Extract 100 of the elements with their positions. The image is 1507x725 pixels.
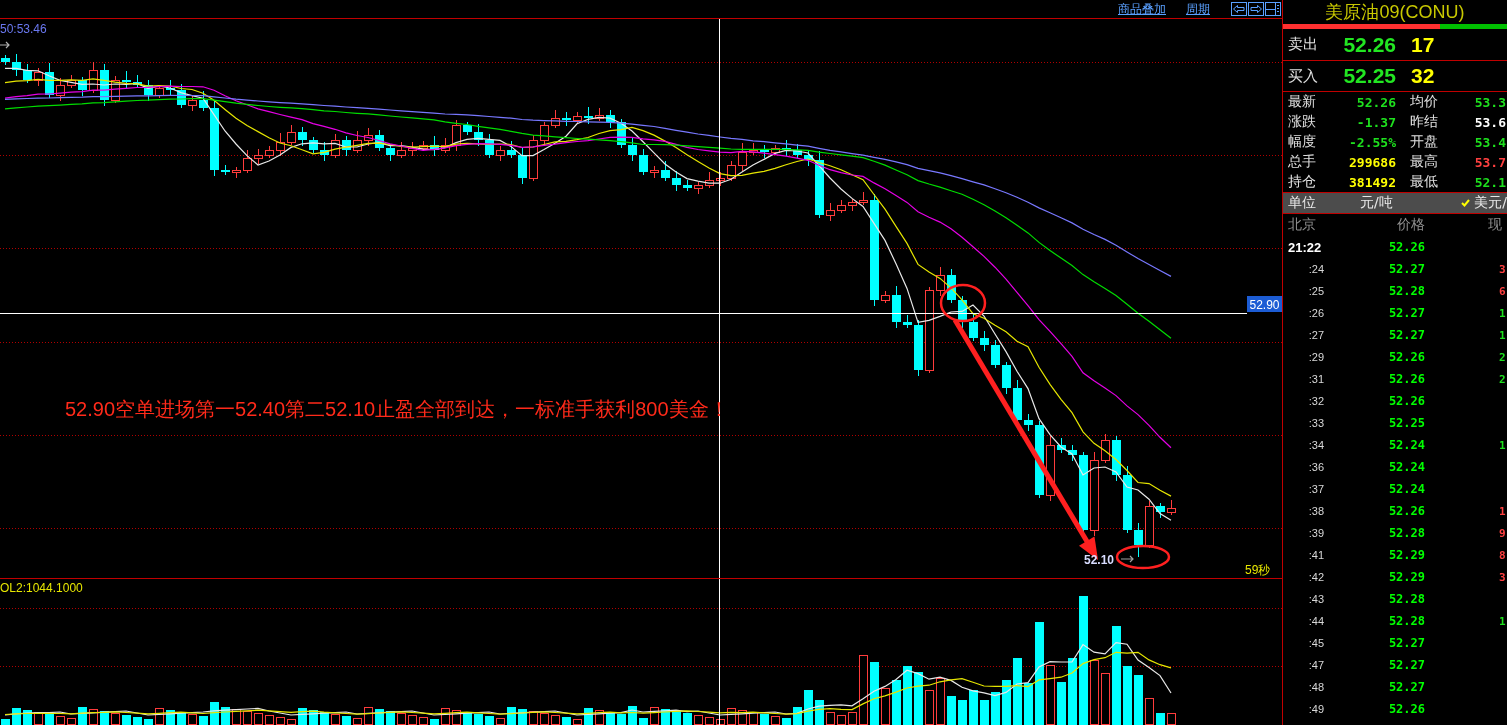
tick-price: 52.25 [1387, 416, 1425, 430]
tick-time: :48 [1307, 681, 1324, 693]
book-volume: 17 [1411, 32, 1436, 57]
tick-time: :25 [1307, 285, 1324, 297]
book-label: 买入 [1288, 66, 1319, 86]
tick-volume: 8 [1498, 548, 1507, 562]
tick-price: 52.28 [1387, 614, 1425, 628]
tick-price: 52.27 [1387, 680, 1425, 694]
tick-time: :24 [1307, 263, 1324, 275]
tick-volume: 1 [1498, 306, 1507, 320]
tick-time: :49 [1307, 703, 1324, 715]
tick-time: :31 [1307, 373, 1324, 385]
stat-label: 昨结 [1409, 113, 1439, 131]
tick-price: 52.26 [1387, 350, 1425, 364]
stat-value: -2.55% [1348, 134, 1396, 150]
tick-price: 52.24 [1387, 482, 1425, 496]
left-arrow-icon[interactable] [1231, 2, 1247, 16]
unit-option[interactable]: 元/吨 [1347, 194, 1393, 212]
tick-price: 52.26 [1387, 240, 1425, 254]
tick-time: 21:22 [1288, 239, 1323, 255]
tick-price: 52.26 [1387, 372, 1425, 386]
right-arrow-icon[interactable] [1248, 2, 1264, 16]
stat-label: 幅度 [1288, 133, 1317, 151]
tick-volume: 1 [1498, 504, 1507, 518]
tick-time: :36 [1307, 461, 1324, 473]
tick-price: 52.24 [1387, 438, 1425, 452]
tick-time: :43 [1307, 593, 1324, 605]
toolbar-link[interactable]: 周期 [1186, 2, 1210, 16]
tick-time: :37 [1307, 483, 1324, 495]
instrument-title: 美原油09(CONU) [1324, 1, 1466, 24]
tick-time: :42 [1307, 571, 1324, 583]
stat-label: 最低 [1409, 173, 1439, 191]
tick-price: 52.29 [1387, 548, 1425, 562]
stat-value: 381492 [1348, 174, 1396, 190]
annotation-text: 52.90空单进场第一52.40第二52.10止盈全部到达，一标准手获利800美金！ [65, 398, 729, 420]
stat-label: 均价 [1409, 93, 1439, 111]
crosshair-price-label: 52.90 [1247, 296, 1282, 312]
tick-volume: 1 [1498, 614, 1507, 628]
tick-time: :27 [1307, 329, 1324, 341]
tick-price: 52.27 [1387, 306, 1425, 320]
tick-price: 52.27 [1387, 658, 1425, 672]
tick-time: :41 [1307, 549, 1324, 561]
tick-time: :39 [1307, 527, 1324, 539]
tick-price: 52.27 [1387, 328, 1425, 342]
tick-time: :34 [1307, 439, 1324, 451]
tick-price: 52.26 [1387, 702, 1425, 716]
tick-price: 52.26 [1387, 394, 1425, 408]
tick-price: 52.28 [1387, 284, 1425, 298]
pointer-arrow-icon [0, 41, 10, 49]
low-price-label: 52.10 [1084, 553, 1115, 567]
stat-value: 53.6 [1473, 114, 1507, 130]
tick-price: 52.27 [1387, 262, 1425, 276]
stat-value: -1.37 [1355, 114, 1396, 130]
stat-value: 299686 [1348, 154, 1396, 170]
tick-volume: 3 [1498, 570, 1507, 584]
book-label: 卖出 [1288, 35, 1319, 54]
tick-price: 52.27 [1387, 636, 1425, 650]
stat-label: 持仓 [1288, 173, 1317, 191]
check-icon [1461, 199, 1471, 207]
time-label: 50:53.46 [0, 22, 47, 36]
book-volume: 32 [1411, 64, 1436, 88]
stat-label: 最高 [1409, 153, 1439, 171]
tick-price: 52.26 [1387, 504, 1425, 518]
stat-label: 最新 [1288, 93, 1317, 111]
tick-time: :26 [1307, 307, 1324, 319]
tick-price: 52.28 [1387, 526, 1425, 540]
tick-price: 52.29 [1387, 570, 1425, 584]
stat-value: 52.1 [1473, 174, 1507, 190]
tick-volume: 1 [1498, 328, 1507, 342]
tick-volume: 2 [1498, 350, 1507, 364]
indicator-label: OL2:1044.1000 [0, 581, 83, 595]
stat-label: 涨跌 [1288, 113, 1317, 131]
stat-value: 53.7 [1473, 154, 1507, 170]
countdown-label: 59秒 [1245, 563, 1271, 577]
tick-time: :33 [1307, 417, 1324, 429]
column-header: 现 [1487, 216, 1503, 234]
tick-time: :29 [1307, 351, 1324, 363]
tick-volume: 2 [1498, 372, 1507, 386]
stat-value: 52.26 [1355, 94, 1396, 110]
unit-option[interactable]: 美元/ [1461, 194, 1507, 212]
stat-label: 总手 [1288, 153, 1317, 171]
stat-value: 53.4 [1473, 134, 1507, 150]
tick-price: 52.24 [1387, 460, 1425, 474]
tick-price: 52.28 [1387, 592, 1425, 606]
column-header: 价格 [1396, 216, 1425, 234]
pointer-arrow-icon [1120, 555, 1134, 563]
tick-time: :32 [1307, 395, 1324, 407]
toolbar-link[interactable]: 商品叠加 [1118, 2, 1166, 16]
tick-time: :38 [1307, 505, 1324, 517]
book-price: 52.26 [1342, 32, 1396, 57]
tick-time: :45 [1307, 637, 1324, 649]
highlight-ellipse [1115, 544, 1171, 570]
tick-volume: 3 [1498, 262, 1507, 276]
unit-label: 单位 [1288, 194, 1317, 212]
tick-time: :44 [1307, 615, 1324, 627]
book-price: 52.25 [1342, 64, 1396, 88]
split-panel-icon[interactable] [1265, 2, 1281, 16]
stat-label: 开盘 [1409, 133, 1439, 151]
tick-volume: 9 [1498, 526, 1507, 540]
stat-value: 53.3 [1473, 94, 1507, 110]
